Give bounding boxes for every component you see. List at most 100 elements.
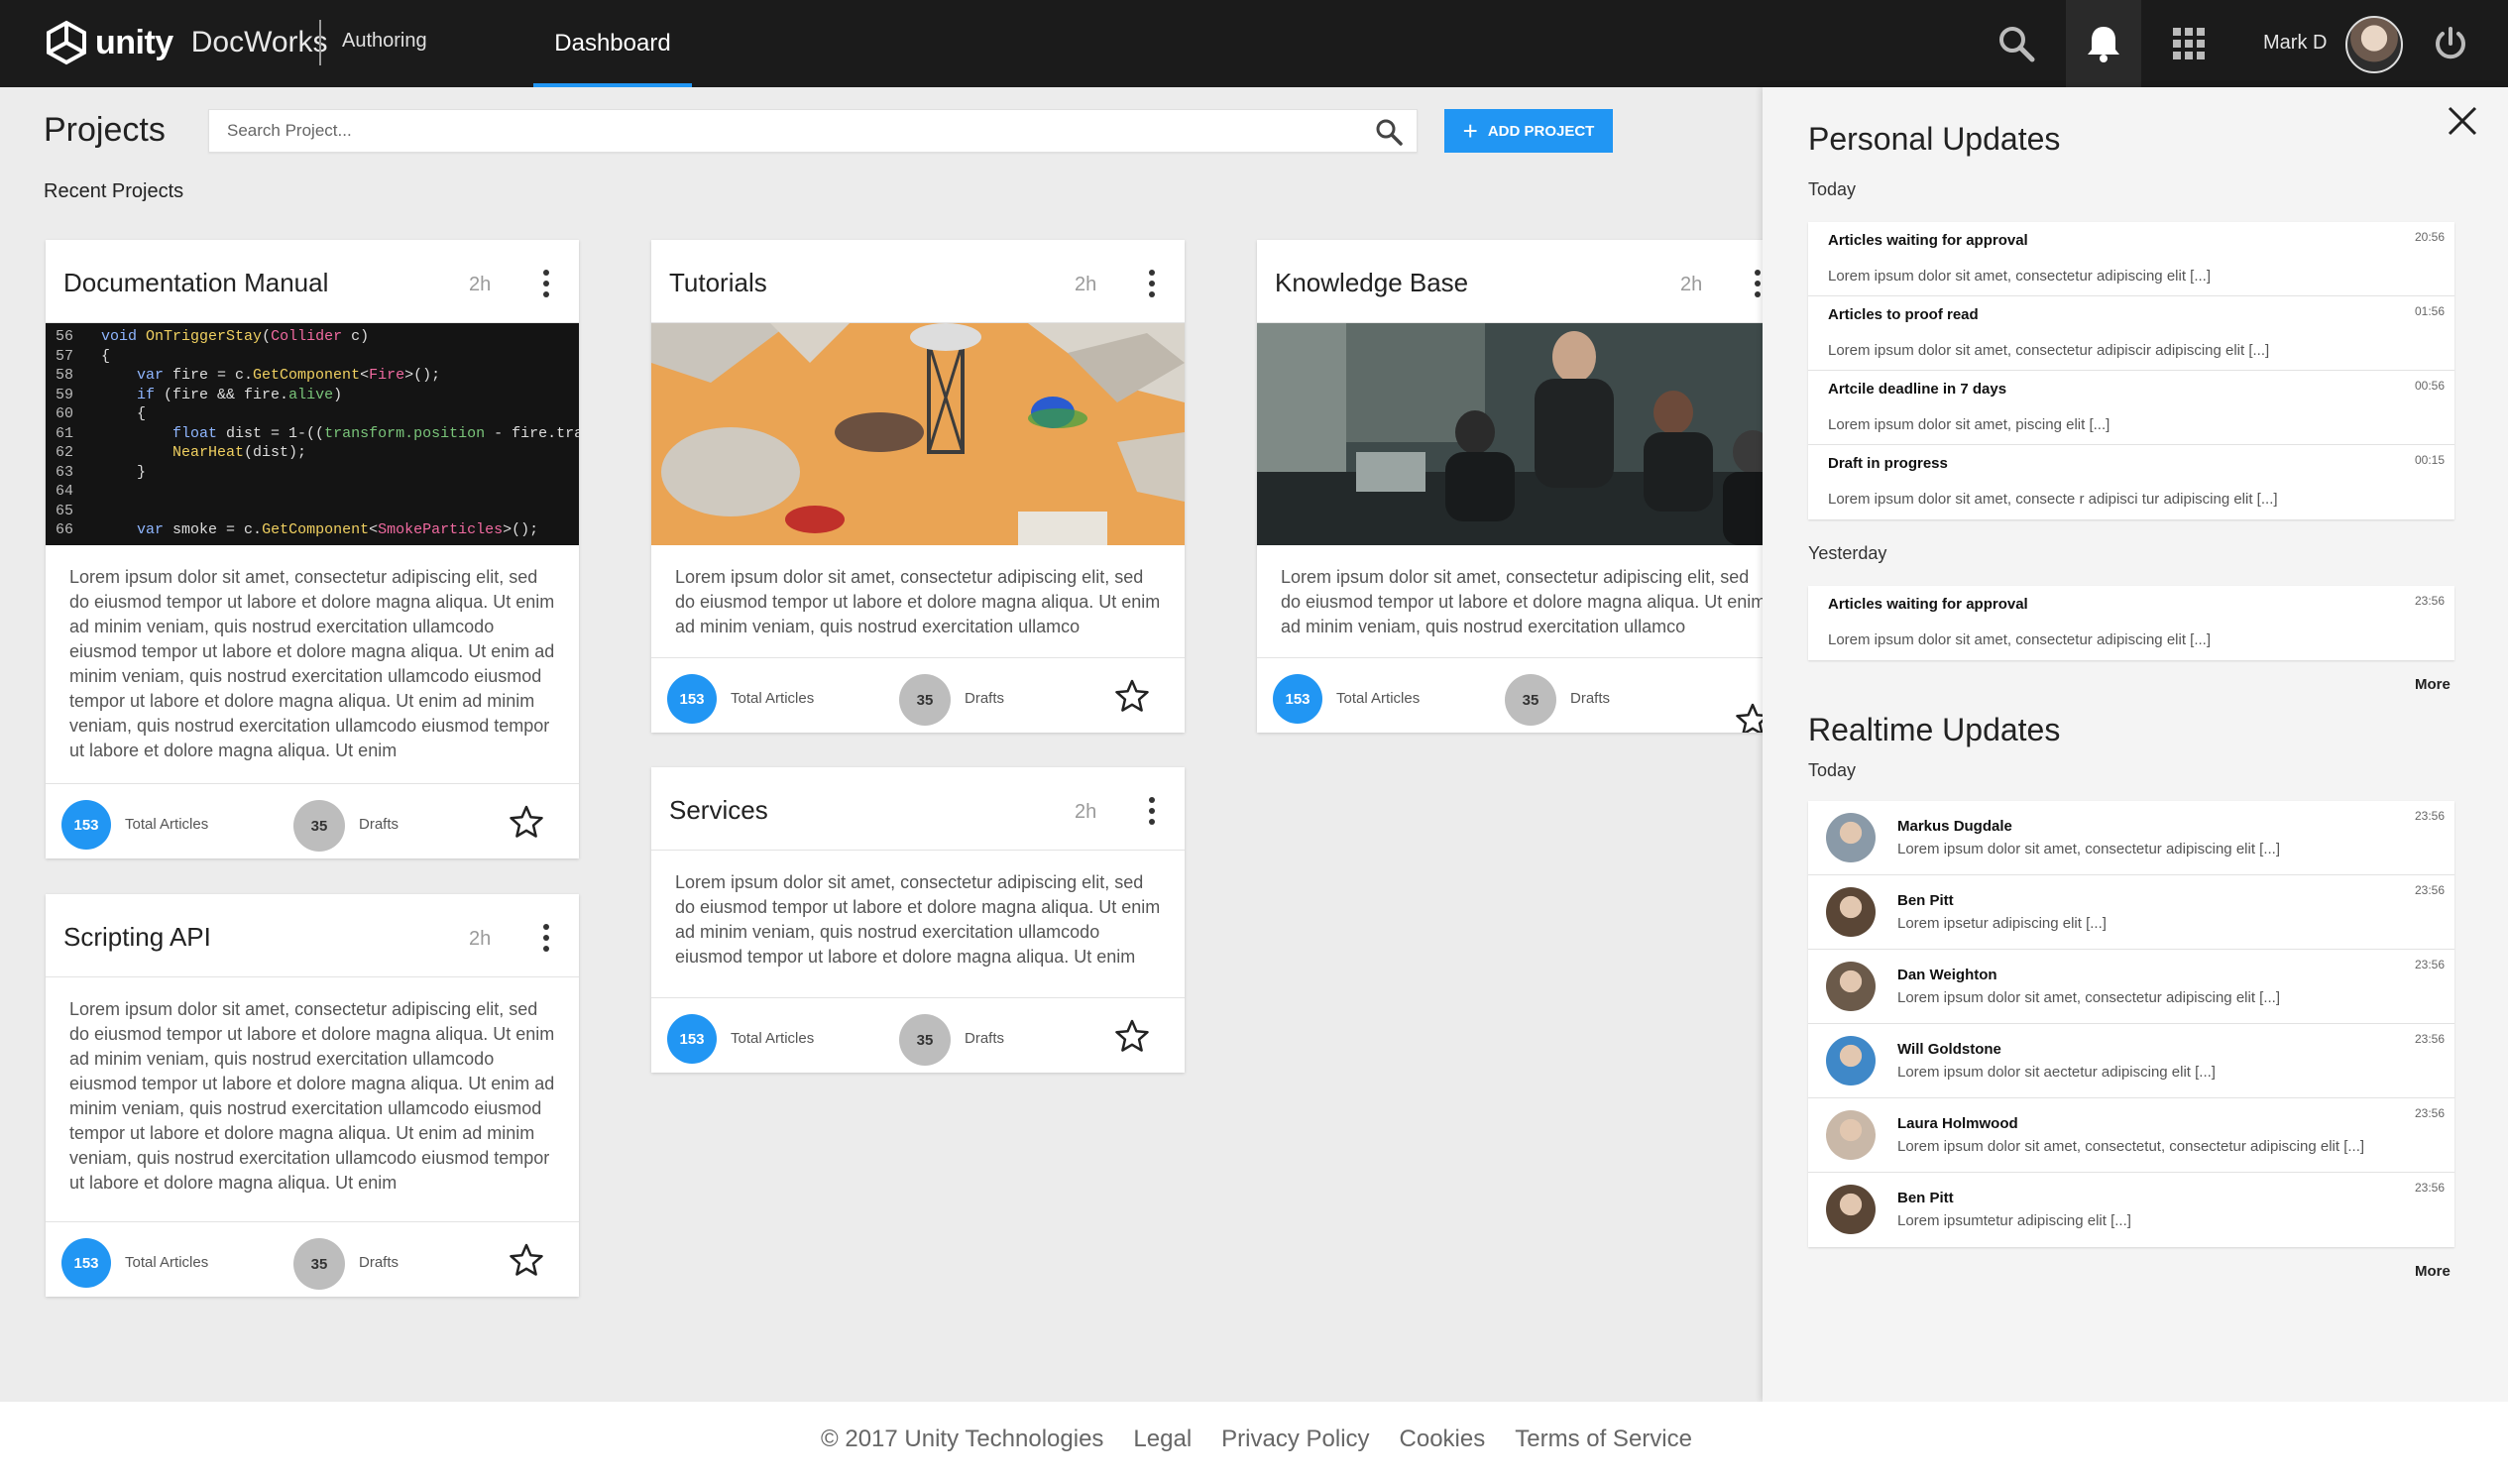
list-item[interactable]: Markus Dugdale Lorem ipsum dolor sit ame… [1808, 801, 2454, 875]
more-personal-link[interactable]: More [2415, 676, 2451, 693]
total-articles-badge: 153 [61, 800, 111, 850]
update-time: 23:56 [2414, 883, 2445, 897]
product-name: DocWorks [190, 26, 328, 58]
more-vert-icon[interactable] [1149, 797, 1157, 825]
list-item[interactable]: Laura Holmwood Lorem ipsum dolor sit ame… [1808, 1098, 2454, 1173]
card-footer: 153 Total Articles 35 Drafts [46, 783, 579, 858]
search-icon[interactable] [1375, 118, 1403, 146]
code-line: 57{ [56, 347, 111, 365]
drafts-badge: 35 [899, 674, 951, 726]
card-description: Lorem ipsum dolor sit amet, consectetur … [1281, 567, 1767, 636]
more-realtime-link[interactable]: More [2415, 1263, 2451, 1280]
update-text: Lorem ipsumtetur adipiscing elit [...] [1897, 1212, 2131, 1229]
unity-logo[interactable]: unity DocWorks [44, 20, 328, 65]
card-header: Knowledge Base 2h [1257, 240, 1790, 323]
personal-today-list: Articles waiting for approval 20:56 Lore… [1808, 222, 2454, 519]
project-card[interactable]: Tutorials 2h Lorem ipsum dolor sit amet,… [651, 240, 1185, 733]
total-articles-label: Total Articles [125, 1254, 209, 1271]
avatar [1826, 962, 1876, 1011]
project-card[interactable]: Services 2h Lorem ipsum dolor sit amet, … [651, 767, 1185, 1073]
list-item[interactable]: Will Goldstone Lorem ipsum dolor sit aec… [1808, 1024, 2454, 1098]
update-time: 20:56 [2414, 230, 2445, 244]
card-time: 2h [1680, 274, 1703, 295]
star-icon[interactable] [1114, 1018, 1150, 1054]
update-time: 23:56 [2414, 1032, 2445, 1046]
update-title: Artcile deadline in 7 days [1828, 381, 2007, 398]
user-name[interactable]: Mark D [2263, 32, 2327, 55]
more-vert-icon[interactable] [543, 270, 551, 297]
add-project-button[interactable]: + ADD PROJECT [1444, 109, 1613, 153]
drafts-label: Drafts [965, 1030, 1005, 1047]
search-icon[interactable] [1996, 24, 2036, 63]
project-card[interactable]: Knowledge Base 2h Lorem ipsum dolor sit … [1257, 240, 1790, 733]
star-icon[interactable] [509, 804, 544, 840]
code-line: 58 var fire = c.GetComponent<Fire>(); [56, 367, 441, 384]
close-icon[interactable] [2445, 103, 2480, 139]
project-card[interactable]: Documentation Manual 2h 56 void OnTrigger… [46, 240, 579, 858]
star-icon[interactable] [509, 1242, 544, 1278]
total-articles-badge: 153 [667, 674, 717, 724]
star-icon[interactable] [1114, 678, 1150, 714]
update-title: Draft in progress [1828, 455, 1948, 472]
list-item[interactable]: Ben Pitt Lorem ipsumtetur adipiscing eli… [1808, 1173, 2454, 1247]
user-avatar[interactable] [2345, 16, 2403, 73]
update-time: 00:56 [2414, 379, 2445, 393]
card-title: Knowledge Base [1275, 268, 1469, 297]
drafts-badge: 35 [1505, 674, 1556, 726]
update-text: Lorem ipsum dolor sit amet, consectetur … [1897, 989, 2281, 1006]
total-articles-label: Total Articles [125, 816, 209, 833]
drafts-label: Drafts [359, 1254, 399, 1271]
power-icon[interactable] [2433, 26, 2468, 61]
more-vert-icon[interactable] [1149, 270, 1157, 297]
more-vert-icon[interactable] [1755, 270, 1763, 297]
terms-of-service-link[interactable]: Terms of Service [1515, 1426, 1692, 1453]
list-item[interactable]: Articles waiting for approval 20:56 Lore… [1808, 222, 2454, 296]
list-item[interactable]: Artcile deadline in 7 days 00:56 Lorem i… [1808, 371, 2454, 445]
code-line: 66 var smoke = c.GetComponent<SmokeParti… [56, 521, 539, 538]
code-line: 59 if (fire && fire.alive) [56, 386, 343, 403]
code-screenshot-image: 56 void OnTriggerStay(Collider c) 57{58 va… [46, 323, 579, 545]
more-vert-icon[interactable] [543, 924, 551, 952]
card-title: Tutorials [669, 268, 767, 297]
list-item[interactable]: Draft in progress 00:15 Lorem ipsum dolo… [1808, 445, 2454, 519]
update-title: Articles waiting for approval [1828, 596, 2028, 613]
update-author: Will Goldstone [1897, 1041, 2001, 1058]
update-title: Articles waiting for approval [1828, 232, 2028, 249]
privacy-policy-link[interactable]: Privacy Policy [1221, 1426, 1369, 1453]
list-item[interactable]: Articles to proof read 01:56 Lorem ipsum… [1808, 296, 2454, 371]
list-item[interactable]: Articles waiting for approval 23:56 Lore… [1808, 586, 2454, 660]
legal-link[interactable]: Legal [1133, 1426, 1192, 1453]
footer: © 2017 Unity Technologies Legal Privacy … [0, 1402, 2508, 1484]
notifications-button[interactable] [2066, 0, 2141, 87]
code-line: 62 NearHeat(dist); [56, 444, 307, 461]
update-time: 23:56 [2414, 1181, 2445, 1195]
total-articles-label: Total Articles [1336, 690, 1421, 707]
project-card[interactable]: Scripting API 2h Lorem ipsum dolor sit a… [46, 894, 579, 1297]
code-line: 65 [56, 502, 74, 519]
drafts-badge: 35 [899, 1014, 951, 1066]
project-search[interactable] [208, 109, 1418, 153]
update-text: Lorem ipsum dolor sit amet, consecte r a… [1828, 491, 2278, 508]
apps-grid-icon[interactable] [2173, 28, 2205, 59]
avatar [1826, 1110, 1876, 1160]
cookies-link[interactable]: Cookies [1400, 1426, 1486, 1453]
code-line: 61 float dist = 1-((transform.position -… [56, 424, 579, 442]
total-articles-label: Total Articles [731, 690, 815, 707]
nav-dashboard[interactable]: Dashboard [533, 0, 692, 87]
card-time: 2h [1075, 801, 1097, 823]
plus-icon: + [1462, 116, 1478, 146]
list-item[interactable]: Ben Pitt Lorem ipsetur adipiscing elit [… [1808, 875, 2454, 950]
card-header: Tutorials 2h [651, 240, 1185, 323]
card-description: Lorem ipsum dolor sit amet, consectetur … [675, 567, 1161, 636]
nav-authoring[interactable]: Authoring [342, 30, 427, 53]
avatar [1826, 887, 1876, 937]
list-item[interactable]: Dan Weighton Lorem ipsum dolor sit amet,… [1808, 950, 2454, 1024]
realtime-updates-title: Realtime Updates [1808, 712, 2061, 747]
card-footer: 153 Total Articles 35 Drafts [1257, 657, 1790, 733]
drafts-label: Drafts [1570, 690, 1611, 707]
update-author: Laura Holmwood [1897, 1115, 2018, 1132]
search-input[interactable] [209, 110, 1349, 152]
card-header: Scripting API 2h [46, 894, 579, 977]
update-time: 01:56 [2414, 304, 2445, 318]
brand-name: unity [95, 23, 173, 61]
